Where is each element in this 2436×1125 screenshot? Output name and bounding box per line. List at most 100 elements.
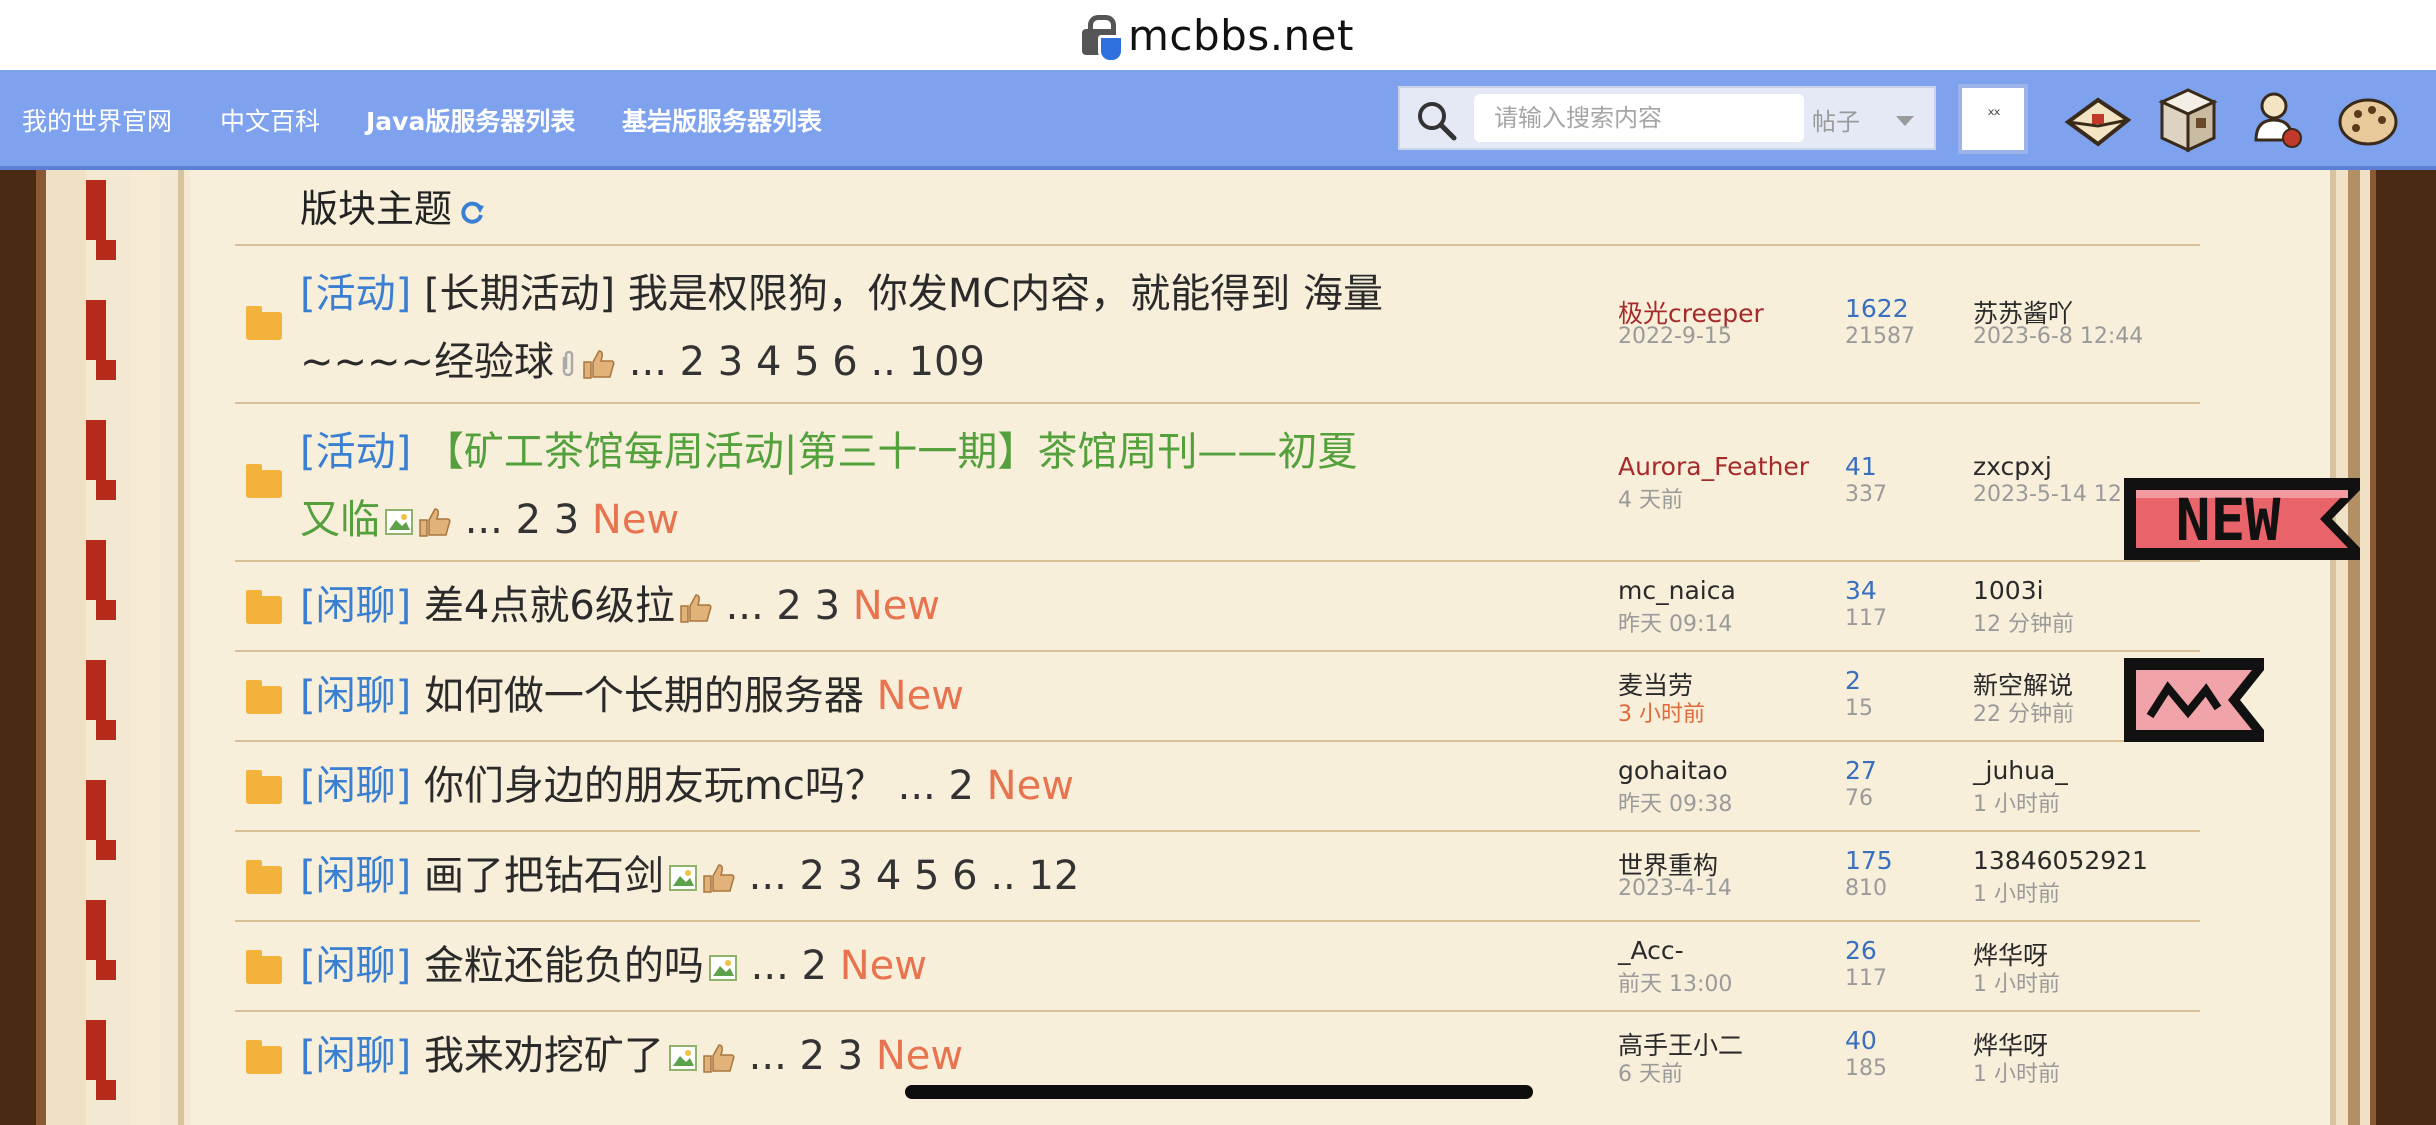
thread-title-text[interactable]: [长期活动] 我是权限狗，你发MC内容，就能得到 海量: [424, 271, 1383, 317]
page-links[interactable]: ... 2 3: [749, 1033, 863, 1079]
thread-type-tag[interactable]: [活动]: [300, 429, 411, 475]
thread-author[interactable]: _Acc-: [1618, 936, 1684, 965]
reply-count[interactable]: 1622: [1845, 294, 1909, 323]
last-reply-date[interactable]: 2023-5-14 12:4: [1973, 482, 2143, 507]
letter-icon[interactable]: [2062, 84, 2134, 156]
section-title-text: 版块主题: [300, 187, 453, 231]
thread-title-text[interactable]: 画了把钻石剑: [424, 853, 664, 899]
attachment-icon: [562, 350, 574, 377]
reply-count[interactable]: 41: [1845, 452, 1877, 481]
potion-icon[interactable]: [2242, 84, 2314, 156]
new-badge-text: NEW: [2176, 486, 2281, 554]
thread-type-tag[interactable]: [闲聊]: [300, 943, 411, 989]
chevron-down-icon[interactable]: [1896, 116, 1914, 126]
last-reply-date[interactable]: 12 分钟前: [1973, 606, 2074, 638]
thread-title[interactable]: [闲聊] 画了把钻石剑 ... 2 3 4 5 6 .. 12: [300, 842, 1600, 910]
browser-address-bar[interactable]: mcbbs.net: [0, 0, 2436, 70]
refresh-icon[interactable]: [458, 198, 486, 226]
last-reply-date[interactable]: 1 小时前: [1973, 876, 2060, 908]
divider: [235, 560, 2200, 562]
furnace-icon[interactable]: [2152, 84, 2224, 156]
reply-count[interactable]: 175: [1845, 846, 1893, 875]
last-reply-date[interactable]: 22 分钟前: [1973, 696, 2074, 728]
nav-link-wiki[interactable]: 中文百科: [220, 102, 320, 138]
thread-title-text[interactable]: 差4点就6级拉: [424, 583, 675, 629]
last-reply-date[interactable]: 1 小时前: [1973, 966, 2060, 998]
thread-title-text-cont[interactable]: ~~~~经验球: [300, 339, 554, 385]
reply-count[interactable]: 27: [1845, 756, 1877, 785]
thread-post-date: 3 小时前: [1618, 702, 1705, 727]
palette-icon[interactable]: [2332, 84, 2404, 156]
thread-type-tag[interactable]: [闲聊]: [300, 1033, 411, 1079]
thread-title[interactable]: [闲聊] 如何做一个长期的服务器 New: [300, 662, 1600, 730]
search-icon[interactable]: [1414, 98, 1458, 142]
url-text[interactable]: mcbbs.net: [1128, 11, 1354, 60]
thread-title-text[interactable]: 我来劝挖矿了: [424, 1033, 664, 1079]
lock-shield-icon: [1082, 15, 1124, 63]
thread-title-text[interactable]: 如何做一个长期的服务器: [424, 673, 864, 719]
thread-title-text[interactable]: 你们身边的朋友玩mc吗？: [424, 763, 885, 809]
reply-count[interactable]: 2: [1845, 666, 1861, 695]
image-icon: [668, 1045, 697, 1071]
thread-post-date: 昨天 09:38: [1618, 792, 1733, 817]
thumbs-up-icon: [680, 594, 712, 623]
last-reply-date[interactable]: 1 小时前: [1973, 786, 2060, 818]
thread-title-text[interactable]: 【矿工茶馆每周活动|第三十一期】茶馆周刊——初夏: [424, 429, 1357, 475]
thread-title-text-cont[interactable]: 又临: [300, 497, 380, 543]
last-reply-user[interactable]: _juhua_: [1973, 756, 2068, 785]
search-input[interactable]: [1474, 94, 1804, 142]
last-reply-user[interactable]: zxcpxj: [1973, 452, 2052, 481]
folder-icon: [246, 770, 282, 804]
site-top-nav: 我的世界官网 中文百科 Java版服务器列表 基岩版服务器列表 帖子 ˣˣ: [0, 70, 2436, 170]
thread-author[interactable]: Aurora_Feather: [1618, 452, 1809, 481]
reply-count[interactable]: 40: [1845, 1026, 1877, 1055]
view-count: 15: [1845, 696, 1873, 721]
thread-type-tag[interactable]: [活动]: [300, 271, 411, 317]
thread-title[interactable]: [闲聊] 差4点就6级拉 ... 2 3 New: [300, 572, 1600, 640]
thread-type-tag[interactable]: [闲聊]: [300, 853, 411, 899]
thread-author[interactable]: gohaitao: [1618, 756, 1728, 785]
new-tag: New: [839, 943, 927, 989]
thread-author[interactable]: mc_naica: [1618, 576, 1736, 605]
page-links[interactable]: ... 2 3 4 5 6 .. 109: [629, 339, 985, 385]
folder-icon: [246, 680, 282, 714]
reply-count[interactable]: 34: [1845, 576, 1877, 605]
nav-link-bedrock-servers[interactable]: 基岩版服务器列表: [622, 102, 822, 138]
page-links[interactable]: ... 2: [898, 763, 974, 809]
thread-type-tag[interactable]: [闲聊]: [300, 763, 411, 809]
right-decorative-border: [2330, 170, 2436, 1125]
search-scope-select[interactable]: 帖子: [1812, 102, 1860, 137]
thread-title[interactable]: [闲聊] 金粒还能负的吗 ... 2 New: [300, 932, 1600, 1000]
thread-title[interactable]: [闲聊] 我来劝挖矿了 ... 2 3 New: [300, 1022, 1600, 1090]
thread-post-date: 4 天前: [1618, 488, 1683, 513]
page-links[interactable]: ... 2 3 4 5 6 .. 12: [749, 853, 1080, 899]
last-reply-user[interactable]: 1003i: [1973, 576, 2044, 605]
thread-post-date: 2022-9-15: [1618, 324, 1732, 349]
thread-title[interactable]: [活动] [长期活动] 我是权限狗，你发MC内容，就能得到 海量 ~~~~经验球…: [300, 260, 1600, 396]
thumbs-up-icon: [703, 1044, 735, 1073]
reply-count[interactable]: 26: [1845, 936, 1877, 965]
thread-title-text[interactable]: 金粒还能负的吗: [424, 943, 704, 989]
view-count: 185: [1845, 1056, 1887, 1081]
nav-link-java-servers[interactable]: Java版服务器列表: [366, 102, 575, 138]
divider: [235, 244, 2200, 246]
nav-link-official-site[interactable]: 我的世界官网: [22, 102, 172, 138]
thread-title[interactable]: [活动] 【矿工茶馆每周活动|第三十一期】茶馆周刊——初夏 又临 ... 2 3…: [300, 418, 1600, 554]
page-links[interactable]: ... 2 3: [465, 497, 579, 543]
page-links[interactable]: ... 2: [751, 943, 827, 989]
view-count: 117: [1845, 966, 1887, 991]
last-reply-date[interactable]: 2023-6-8 12:44: [1973, 324, 2143, 349]
thumbs-up-icon: [583, 350, 615, 379]
new-tag: New: [875, 1033, 964, 1079]
thread-type-tag[interactable]: [闲聊]: [300, 673, 411, 719]
last-reply-user[interactable]: 13846052921: [1973, 846, 2148, 875]
page-links[interactable]: ... 2 3: [726, 583, 840, 629]
close-button[interactable]: ˣˣ: [1958, 84, 2028, 154]
last-reply-date[interactable]: 1 小时前: [1973, 1056, 2060, 1088]
view-count: 117: [1845, 606, 1887, 631]
thread-title[interactable]: [闲聊] 你们身边的朋友玩mc吗？ ... 2 New: [300, 752, 1600, 820]
divider: [235, 402, 2200, 404]
thread-type-tag[interactable]: [闲聊]: [300, 583, 411, 629]
thumbs-up-icon: [419, 508, 451, 537]
folder-icon: [246, 950, 282, 984]
